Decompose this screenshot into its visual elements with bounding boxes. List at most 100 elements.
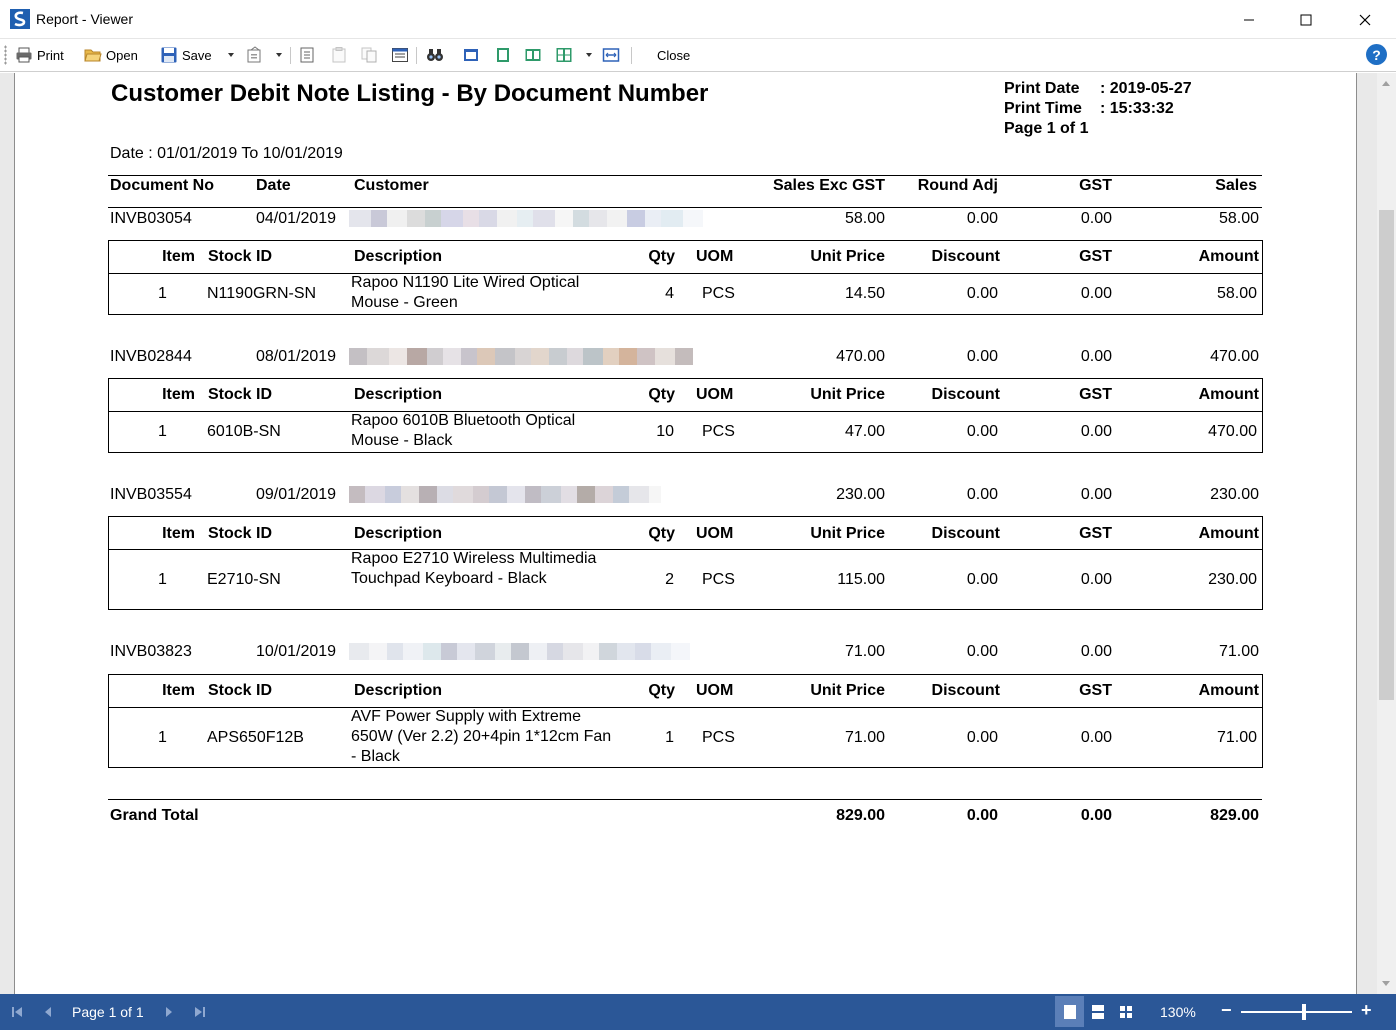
print-date-value: : 2019-05-27 xyxy=(1100,80,1192,97)
date-range: Date : 01/01/2019 To 10/01/2019 xyxy=(110,145,343,162)
vertical-scrollbar[interactable] xyxy=(1377,73,1396,994)
folder-open-icon xyxy=(84,49,102,62)
doc-sales: 470.00 xyxy=(1210,348,1259,365)
detail-header-amount: Amount xyxy=(1198,248,1259,265)
detail-header-gst: GST xyxy=(1079,525,1112,542)
detail-header-amount: Amount xyxy=(1198,682,1259,699)
zoom-in-button[interactable]: + xyxy=(1361,1000,1372,1021)
line-stock-id: 6010B-SN xyxy=(207,423,281,440)
col-header-document-no: Document No xyxy=(110,177,214,194)
minimize-button[interactable] xyxy=(1220,0,1278,39)
open-button[interactable]: Open xyxy=(84,44,138,66)
grand-total-rule xyxy=(108,799,1262,800)
single-page-icon[interactable] xyxy=(462,46,480,64)
detail-header-qty: Qty xyxy=(648,386,675,403)
maximize-button[interactable] xyxy=(1277,0,1335,39)
header-top-rule xyxy=(108,175,1262,176)
save-button[interactable]: Save xyxy=(160,44,212,66)
multi-page-view-button[interactable] xyxy=(1111,996,1140,1027)
detail-header-qty: Qty xyxy=(648,248,675,265)
export-dropdown-caret[interactable] xyxy=(276,53,282,57)
find-binoculars-icon[interactable] xyxy=(426,46,444,64)
document-outline-icon[interactable] xyxy=(298,46,316,64)
detail-header-rule xyxy=(108,549,1263,550)
scroll-down-arrow-icon[interactable] xyxy=(1382,981,1390,986)
scroll-up-arrow-icon[interactable] xyxy=(1382,81,1390,86)
status-bar: Page 1 of 1 130% − + xyxy=(0,994,1396,1030)
detail-header-discount: Discount xyxy=(931,248,1000,265)
detail-header-stock-id: Stock ID xyxy=(208,682,273,699)
line-discount: 0.00 xyxy=(966,423,998,440)
doc-sales-exc-gst: 71.00 xyxy=(844,643,885,660)
next-page-icon[interactable] xyxy=(163,1006,175,1018)
save-dropdown-caret[interactable] xyxy=(228,53,234,57)
doc-sales-exc-gst: 230.00 xyxy=(836,486,885,503)
line-amount: 470.00 xyxy=(1208,423,1257,440)
detail-header-description: Description xyxy=(354,386,443,403)
col-header-sales: Sales xyxy=(1215,177,1257,194)
print-time-label: Print Time xyxy=(1004,100,1082,117)
two-pages-icon[interactable] xyxy=(524,46,542,64)
line-qty: 2 xyxy=(665,571,674,588)
zoom-out-button[interactable]: − xyxy=(1221,1000,1232,1021)
first-page-icon[interactable] xyxy=(11,1006,23,1018)
toolbar-separator xyxy=(416,47,417,64)
detail-header-unit-price: Unit Price xyxy=(810,248,885,265)
line-discount: 0.00 xyxy=(966,729,998,746)
grand-total-round-adj: 0.00 xyxy=(966,807,998,824)
line-description: Rapoo E2710 Wireless Multimedia Touchpad… xyxy=(351,550,597,587)
line-amount: 230.00 xyxy=(1208,571,1257,588)
detail-header-qty: Qty xyxy=(648,682,675,699)
previous-page-icon[interactable] xyxy=(42,1006,54,1018)
toolbar-separator xyxy=(290,47,291,64)
line-stock-id: N1190GRN-SN xyxy=(207,285,317,302)
zoom-slider-thumb[interactable] xyxy=(1302,1004,1306,1020)
close-label: Close xyxy=(657,47,691,63)
doc-gst: 0.00 xyxy=(1080,348,1112,365)
line-unit-price: 115.00 xyxy=(837,571,885,588)
line-item-no: 1 xyxy=(158,571,167,588)
pages-dropdown-caret[interactable] xyxy=(586,53,592,57)
export-icon[interactable] xyxy=(246,46,264,64)
col-header-sales-exc-gst: Sales Exc GST xyxy=(772,177,885,194)
detail-header-rule xyxy=(108,411,1263,412)
scrollbar-thumb[interactable] xyxy=(1379,210,1394,700)
detail-header-discount: Discount xyxy=(931,682,1000,699)
zoom-slider-track[interactable] xyxy=(1241,1011,1352,1013)
line-uom: PCS xyxy=(702,285,735,302)
doc-date: 09/01/2019 xyxy=(256,486,337,503)
last-page-icon[interactable] xyxy=(194,1006,206,1018)
line-stock-id: APS650F12B xyxy=(207,729,304,746)
continuous-view-button[interactable] xyxy=(1083,996,1112,1027)
detail-header-item: Item xyxy=(162,682,195,699)
page-setup-icon[interactable] xyxy=(391,46,409,64)
open-label: Open xyxy=(106,47,138,63)
detail-header-item: Item xyxy=(162,525,195,542)
clipboard-icon[interactable] xyxy=(330,46,348,64)
doc-number: INVB02844 xyxy=(110,348,192,365)
page-width-icon[interactable] xyxy=(602,46,620,64)
print-button[interactable]: Print xyxy=(15,44,64,66)
detail-header-rule xyxy=(108,707,1263,708)
doc-date: 10/01/2019 xyxy=(256,643,337,660)
line-item-no: 1 xyxy=(158,729,167,746)
multiple-pages-icon[interactable] xyxy=(555,46,573,64)
continuous-page-icon[interactable] xyxy=(494,46,512,64)
detail-header-discount: Discount xyxy=(931,386,1000,403)
close-window-button[interactable] xyxy=(1336,0,1394,39)
detail-header-uom: UOM xyxy=(696,386,734,403)
toolbar-grip[interactable] xyxy=(4,45,7,65)
col-header-customer: Customer xyxy=(354,177,429,194)
help-button[interactable]: ? xyxy=(1366,44,1387,65)
save-label: Save xyxy=(182,47,212,63)
page-indicator: Page 1 of 1 xyxy=(72,1004,144,1020)
detail-header-description: Description xyxy=(354,248,443,265)
single-page-view-button[interactable] xyxy=(1055,996,1084,1027)
line-amount: 58.00 xyxy=(1216,285,1257,302)
line-discount: 0.00 xyxy=(966,285,998,302)
toolbar: Print Open Save Close xyxy=(0,39,1396,72)
close-report-button[interactable]: Close xyxy=(657,44,690,66)
minimize-icon xyxy=(1244,19,1254,20)
copy-pages-icon[interactable] xyxy=(360,46,378,64)
doc-round-adj: 0.00 xyxy=(966,643,998,660)
